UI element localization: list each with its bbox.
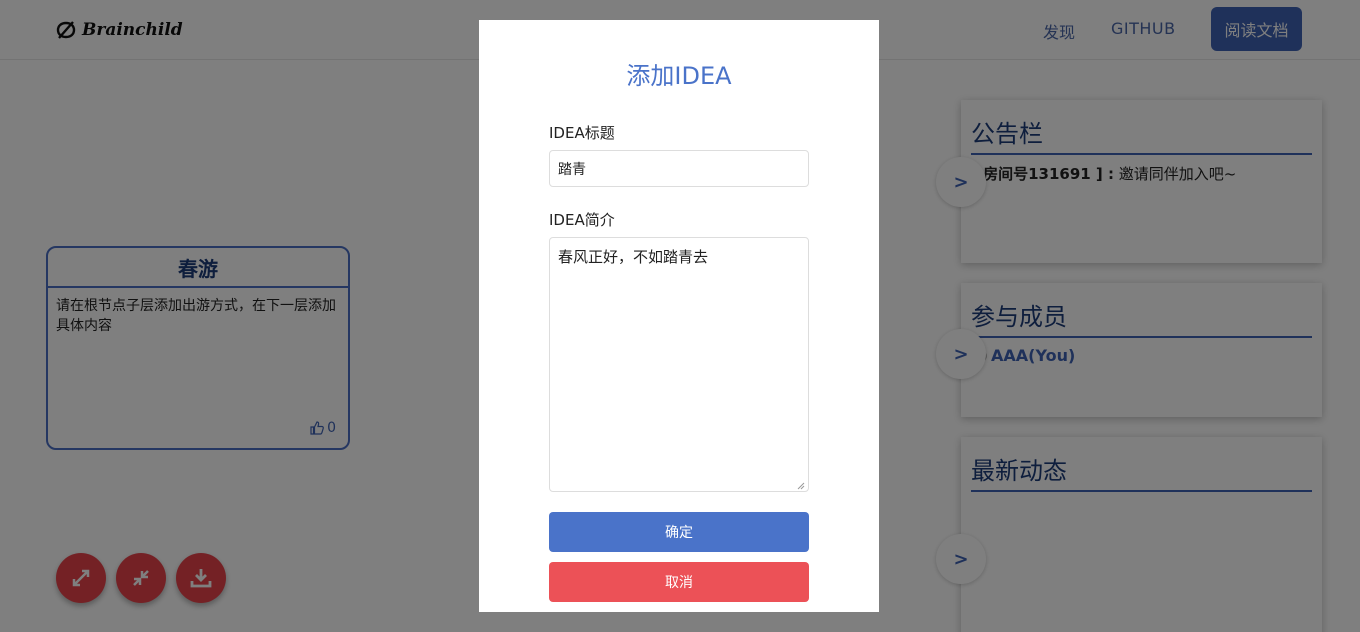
- idea-desc-label: IDEA简介: [549, 211, 615, 229]
- idea-title-input[interactable]: [549, 150, 809, 187]
- idea-desc-textarea[interactable]: 春风正好，不如踏青去: [549, 237, 809, 492]
- modal-title: 添加IDEA: [626, 62, 732, 90]
- cancel-button[interactable]: 取消: [549, 562, 809, 602]
- confirm-button[interactable]: 确定: [549, 512, 809, 552]
- resize-grip-icon[interactable]: [795, 480, 805, 490]
- add-idea-modal: 添加IDEA IDEA标题 IDEA简介 春风正好，不如踏青去 确定 取消: [479, 20, 879, 612]
- idea-title-label: IDEA标题: [549, 124, 615, 142]
